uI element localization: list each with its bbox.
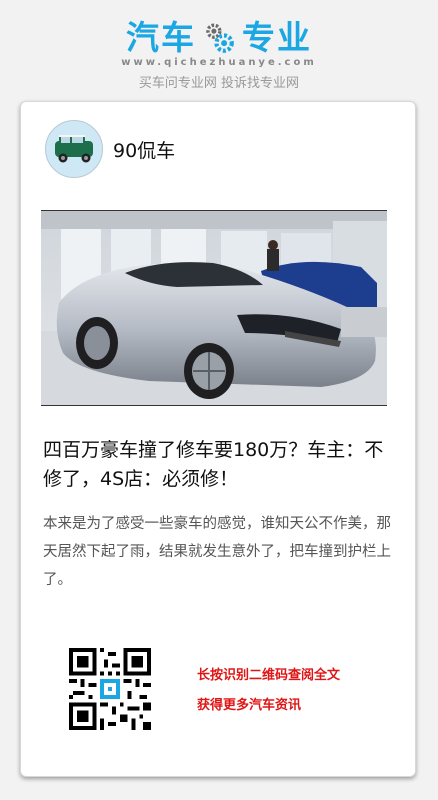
article-hero-image[interactable] (41, 210, 387, 406)
qr-code-image (69, 648, 151, 730)
qr-code[interactable] (69, 648, 151, 730)
car-avatar-icon (55, 135, 93, 163)
qr-hint-line1: 长按识别二维码查阅全文 (197, 668, 341, 683)
author-name[interactable]: 90侃车 (113, 136, 175, 163)
logo-text-right: 专业 (242, 18, 312, 57)
article-card[interactable]: 90侃车 四百万豪车撞了修车要180万？车主：不修了，4S店：必须修！ 本来是为… (20, 101, 416, 777)
site-slogan: 买车问专业网 投诉找专业网 (138, 76, 300, 91)
article-summary: 本来是为了感受一些豪车的感觉，谁知天公不作美，那天居然下起了雨，结果就发生意外了… (43, 516, 391, 588)
brand-header: 汽车 专业 www.qichezhuanye.com 买车问专业网 投诉找专业网 (0, 0, 438, 100)
gear-icon (206, 23, 234, 53)
article-title[interactable]: 四百万豪车撞了修车要180万？车主：不修了，4S店：必须修！ (43, 436, 393, 494)
car-photo (41, 211, 387, 405)
author-avatar[interactable] (45, 120, 103, 178)
logo-text-left: 汽车 (126, 18, 196, 57)
qr-hint-line2: 获得更多汽车资讯 (197, 698, 302, 713)
site-domain: www.qichezhuanye.com (121, 57, 317, 68)
logo: 汽车 专业 (0, 18, 438, 58)
